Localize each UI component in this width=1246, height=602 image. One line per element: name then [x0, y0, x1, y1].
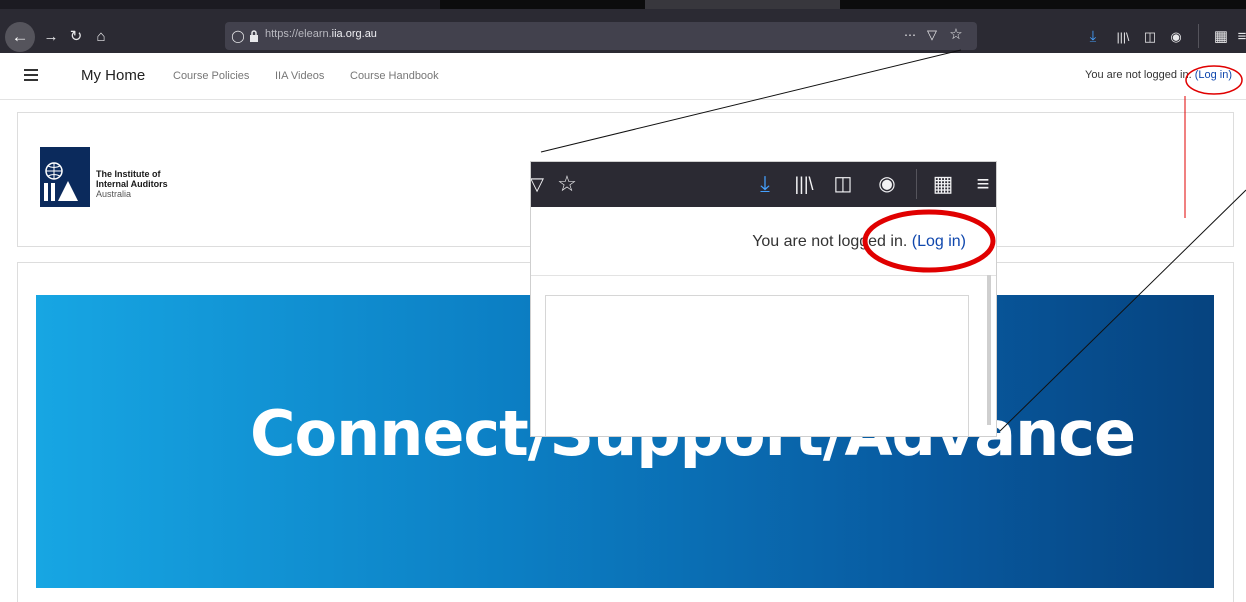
hamburger-icon[interactable]	[24, 69, 38, 81]
star-icon[interactable]: ☆	[947, 25, 965, 45]
menu-icon[interactable]: ≡	[1236, 27, 1246, 47]
extension-icon[interactable]: ▦	[1211, 27, 1231, 47]
back-icon: ←	[11, 27, 29, 46]
nav-link-course-policies[interactable]: Course Policies	[173, 70, 249, 82]
iia-logo[interactable]: The Institute of Internal Auditors Austr…	[40, 147, 190, 207]
login-link[interactable]: (Log in)	[1195, 69, 1232, 81]
logo-text: The Institute of Internal Auditors Austr…	[96, 169, 168, 199]
zoom-menu-icon: ≡	[976, 171, 990, 196]
library-icon[interactable]: |||\	[1113, 27, 1133, 47]
sidebar-icon[interactable]: ◫	[1140, 27, 1160, 47]
more-icon[interactable]: ⋯	[901, 25, 919, 45]
download-icon[interactable]: ⤓	[1084, 27, 1102, 47]
nav-link-course-handbook[interactable]: Course Handbook	[350, 70, 439, 82]
lock-icon[interactable]	[249, 30, 259, 42]
zoom-extension-icon: ▦	[932, 171, 954, 196]
url-text: https://elearn.iia.org.au	[265, 28, 377, 40]
zoom-star-icon: ☆	[557, 171, 577, 196]
zoom-account-icon: ◉	[878, 173, 896, 195]
tab-strip	[0, 0, 1246, 9]
login-info: You are not logged in. (Log in)	[1085, 69, 1232, 81]
login-status-text: You are not logged in.	[1085, 69, 1195, 81]
zoom-download-icon: ⤓	[760, 171, 770, 196]
forward-icon[interactable]: →	[42, 27, 60, 47]
zoom-library-icon: |||\	[794, 174, 814, 194]
reload-icon[interactable]: ↻	[67, 27, 85, 47]
site-navbar: My Home Course Policies IIA Videos Cours…	[0, 53, 1246, 100]
zoom-callout: ▽ ☆ ⤓ |||\ ◫ ◉ ▦ ≡ You are not logged in…	[531, 162, 996, 436]
account-icon[interactable]: ◉	[1166, 27, 1186, 47]
back-button[interactable]: ←	[5, 22, 35, 52]
zoom-scrollbar	[987, 275, 991, 425]
pocket-icon[interactable]: ▽	[923, 25, 941, 45]
shield-icon[interactable]: ◯	[231, 26, 245, 46]
site-brand[interactable]: My Home	[81, 67, 145, 84]
url-bar[interactable]: ◯ https://elearn.iia.org.au ⋯ ▽ ☆	[225, 22, 977, 50]
zoom-login-info: You are not logged in. (Log in)	[752, 233, 966, 251]
logo-mark	[40, 147, 90, 207]
nav-link-iia-videos[interactable]: IIA Videos	[275, 70, 324, 82]
zoom-sidebar-icon: ◫	[833, 173, 853, 195]
zoom-card	[545, 295, 969, 436]
zoom-navbar: You are not logged in. (Log in)	[531, 207, 996, 276]
zoom-pocket-icon: ▽	[531, 174, 544, 194]
zoom-login-status-text: You are not logged in.	[752, 233, 912, 250]
zoom-toolbar: ▽ ☆ ⤓ |||\ ◫ ◉ ▦ ≡	[531, 162, 996, 207]
home-icon[interactable]: ⌂	[92, 27, 110, 47]
zoom-login-link[interactable]: (Log in)	[912, 233, 966, 250]
